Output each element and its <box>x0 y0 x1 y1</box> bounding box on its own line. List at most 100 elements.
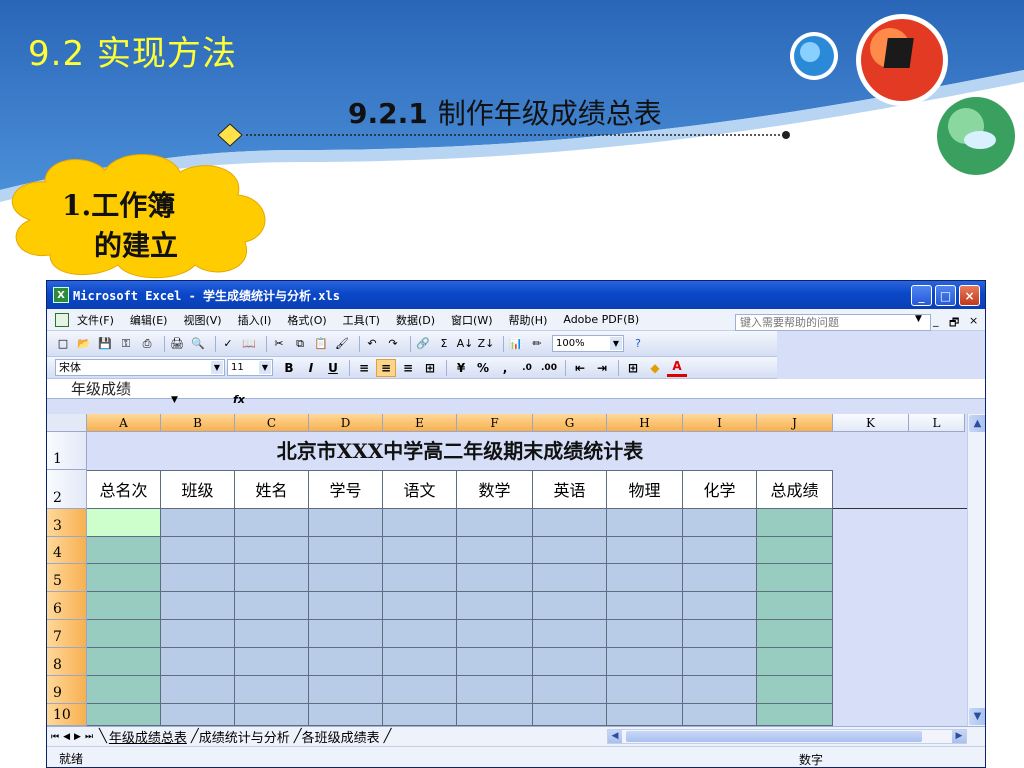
data-cell[interactable] <box>533 564 607 592</box>
underline-button[interactable]: U <box>323 359 343 377</box>
data-cell[interactable] <box>87 537 161 564</box>
save-icon[interactable]: 💾 <box>97 336 113 352</box>
data-cell[interactable] <box>457 648 533 676</box>
permission-icon[interactable]: ⚿ <box>118 336 134 352</box>
undo-icon[interactable]: ↶ <box>364 336 380 352</box>
italic-button[interactable]: I <box>301 359 321 377</box>
data-cell[interactable] <box>533 704 607 726</box>
copy-icon[interactable]: ⧉ <box>292 336 308 352</box>
row-header[interactable]: 4 <box>47 537 87 564</box>
data-cell[interactable] <box>235 620 309 648</box>
help-icon[interactable]: ? <box>630 336 646 352</box>
font-select[interactable]: 宋体 ▼ <box>55 359 225 376</box>
data-cell[interactable] <box>87 704 161 726</box>
align-center-icon[interactable]: ≡ <box>376 358 396 377</box>
drawing-icon[interactable]: ✏ <box>529 336 545 352</box>
column-title-cell[interactable]: 数学 <box>457 470 533 509</box>
data-cell[interactable] <box>457 704 533 726</box>
data-cell[interactable] <box>457 620 533 648</box>
chevron-down-icon[interactable]: ▼ <box>259 361 271 374</box>
data-cell[interactable] <box>383 704 457 726</box>
zoom-select[interactable]: 100% ▼ <box>552 335 624 352</box>
column-header[interactable]: G <box>533 414 607 432</box>
data-cell[interactable] <box>309 648 383 676</box>
menu-format[interactable]: 格式(O) <box>287 312 326 328</box>
tab-stats-analysis[interactable]: 成绩统计与分析 <box>199 727 290 746</box>
open-icon[interactable]: 📂 <box>76 336 92 352</box>
menu-tools[interactable]: 工具(T) <box>343 312 380 328</box>
column-header[interactable]: L <box>909 414 965 432</box>
data-cell[interactable] <box>235 704 309 726</box>
workbook-icon[interactable] <box>55 312 69 327</box>
data-cell[interactable] <box>87 592 161 620</box>
column-title-cell[interactable]: 英语 <box>533 470 607 509</box>
data-cell[interactable] <box>607 537 683 564</box>
data-cell[interactable] <box>235 537 309 564</box>
currency-icon[interactable]: ¥ <box>451 359 471 377</box>
data-cell[interactable] <box>161 704 235 726</box>
row-header[interactable]: 6 <box>47 592 87 620</box>
comma-button[interactable]: , <box>495 359 515 377</box>
data-cell[interactable] <box>607 564 683 592</box>
column-title-cell[interactable]: 语文 <box>383 470 457 509</box>
column-header[interactable]: H <box>607 414 683 432</box>
column-header[interactable]: J <box>757 414 833 432</box>
column-header[interactable]: B <box>161 414 235 432</box>
data-cell[interactable] <box>383 537 457 564</box>
minimize-button[interactable]: _ <box>911 285 932 306</box>
autosum-icon[interactable]: Σ <box>436 336 452 352</box>
data-cell[interactable] <box>683 704 757 726</box>
menu-adobe-pdf[interactable]: Adobe PDF(B) <box>563 313 639 326</box>
maximize-button[interactable]: □ <box>935 285 956 306</box>
data-cell[interactable] <box>683 592 757 620</box>
data-cell[interactable] <box>533 620 607 648</box>
tab-class-scores[interactable]: 各班级成绩表 <box>302 727 380 746</box>
align-left-icon[interactable]: ≡ <box>354 359 374 377</box>
chart-icon[interactable]: 📊 <box>508 336 524 352</box>
data-cell[interactable] <box>309 564 383 592</box>
row-header[interactable]: 7 <box>47 620 87 648</box>
scroll-up-icon[interactable]: ▲ <box>969 415 985 432</box>
font-color-button[interactable]: A <box>667 359 687 377</box>
data-cell[interactable] <box>757 564 833 592</box>
data-cell[interactable] <box>235 509 309 537</box>
preview-icon[interactable]: 🔍 <box>190 336 206 352</box>
data-cell[interactable] <box>161 620 235 648</box>
spelling-icon[interactable]: ✓ <box>220 336 236 352</box>
select-all-corner[interactable] <box>47 414 87 432</box>
data-cell[interactable] <box>757 592 833 620</box>
column-title-cell[interactable]: 物理 <box>607 470 683 509</box>
doc-minimize-button[interactable]: _ <box>933 314 939 327</box>
scroll-right-icon[interactable]: ▶ <box>952 730 966 743</box>
merge-center-icon[interactable]: ⊞ <box>420 359 440 377</box>
data-cell[interactable] <box>383 509 457 537</box>
sort-asc-icon[interactable]: A↓ <box>457 336 474 352</box>
data-cell[interactable] <box>533 648 607 676</box>
redo-icon[interactable]: ↷ <box>385 336 401 352</box>
data-cell[interactable] <box>533 509 607 537</box>
cut-icon[interactable]: ✂ <box>271 336 287 352</box>
column-header[interactable]: K <box>833 414 909 432</box>
data-cell[interactable] <box>87 620 161 648</box>
menu-view[interactable]: 视图(V) <box>183 312 221 328</box>
scroll-thumb[interactable] <box>626 731 922 742</box>
new-icon[interactable]: □ <box>55 336 71 352</box>
data-cell[interactable] <box>87 648 161 676</box>
row-header[interactable]: 9 <box>47 676 87 704</box>
column-header[interactable]: C <box>235 414 309 432</box>
data-cell[interactable] <box>161 592 235 620</box>
data-cell[interactable] <box>87 564 161 592</box>
data-cell[interactable] <box>457 676 533 704</box>
close-button[interactable]: × <box>959 285 980 306</box>
data-cell[interactable] <box>87 509 161 537</box>
row-header[interactable]: 3 <box>47 509 87 537</box>
help-dropdown-icon[interactable]: ▼ <box>915 314 922 324</box>
column-title-cell[interactable]: 总名次 <box>87 470 161 509</box>
data-cell[interactable] <box>383 564 457 592</box>
data-cell[interactable] <box>161 676 235 704</box>
menu-data[interactable]: 数据(D) <box>396 312 435 328</box>
scroll-down-icon[interactable]: ▼ <box>969 708 985 725</box>
vertical-scrollbar[interactable]: ▲ ▼ <box>967 414 985 726</box>
column-header[interactable]: I <box>683 414 757 432</box>
row-header[interactable]: 8 <box>47 648 87 676</box>
